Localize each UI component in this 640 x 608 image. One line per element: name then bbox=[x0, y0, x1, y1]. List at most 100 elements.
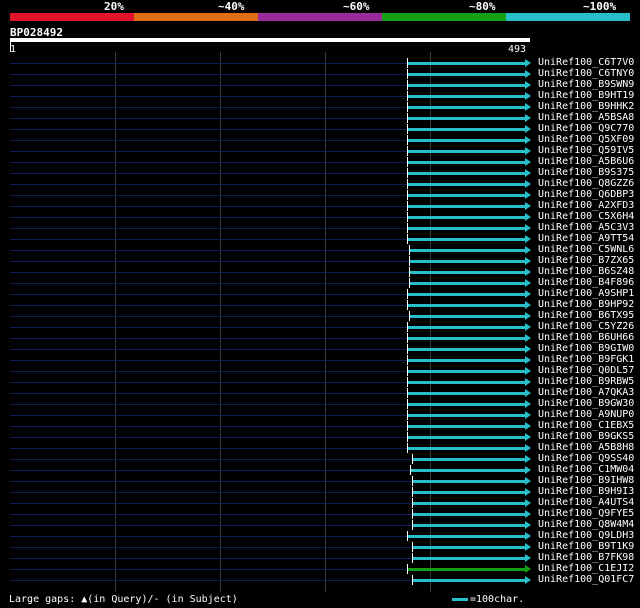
hit-label[interactable]: UniRef100_Q0DL57 bbox=[538, 365, 634, 376]
hit-label[interactable]: UniRef100_Q9C770 bbox=[538, 123, 634, 134]
hit-bar[interactable] bbox=[407, 194, 525, 197]
hit-bar[interactable] bbox=[407, 403, 525, 406]
hit-label[interactable]: UniRef100_A9TT54 bbox=[538, 233, 634, 244]
hit-bar[interactable] bbox=[407, 205, 525, 208]
hit-label[interactable]: UniRef100_A5C3V3 bbox=[538, 222, 634, 233]
hit-label[interactable]: UniRef100_B9HHK2 bbox=[538, 101, 634, 112]
hit-bar[interactable] bbox=[411, 469, 525, 472]
hit-label[interactable]: UniRef100_Q8GZZ6 bbox=[538, 178, 634, 189]
hit-bar[interactable] bbox=[407, 161, 525, 164]
hit-bar[interactable] bbox=[407, 392, 525, 395]
hit-bar[interactable] bbox=[407, 95, 525, 98]
hit-bar[interactable] bbox=[413, 579, 525, 582]
hit-label[interactable]: UniRef100_B9GIW0 bbox=[538, 343, 634, 354]
hit-arrow-icon bbox=[525, 158, 531, 166]
hit-bar[interactable] bbox=[407, 414, 525, 417]
hit-bar[interactable] bbox=[407, 348, 525, 351]
hit-bar[interactable] bbox=[413, 524, 525, 527]
hit-label[interactable]: UniRef100_A7QKA3 bbox=[538, 387, 634, 398]
hit-bar[interactable] bbox=[413, 557, 525, 560]
hit-bar[interactable] bbox=[410, 315, 525, 318]
hit-label[interactable]: UniRef100_B9GKS5 bbox=[538, 431, 634, 442]
hit-bar[interactable] bbox=[407, 337, 525, 340]
hit-bar[interactable] bbox=[410, 282, 525, 285]
hit-bar[interactable] bbox=[407, 73, 525, 76]
hit-bar[interactable] bbox=[407, 62, 525, 65]
hit-label[interactable]: UniRef100_A5B8H8 bbox=[538, 442, 634, 453]
hit-bar[interactable] bbox=[407, 106, 525, 109]
hit-bar[interactable] bbox=[407, 381, 525, 384]
hit-bar[interactable] bbox=[410, 271, 525, 274]
hit-label[interactable]: UniRef100_B9HT19 bbox=[538, 90, 634, 101]
hit-label[interactable]: UniRef100_B4F896 bbox=[538, 277, 634, 288]
hit-label[interactable]: UniRef100_Q9FYE5 bbox=[538, 508, 634, 519]
hit-bar[interactable] bbox=[413, 546, 525, 549]
hit-bar[interactable] bbox=[407, 447, 525, 450]
hit-label[interactable]: UniRef100_C6TNY0 bbox=[538, 68, 634, 79]
hit-label[interactable]: UniRef100_Q59IV5 bbox=[538, 145, 634, 156]
hit-label[interactable]: UniRef100_C6T7V0 bbox=[538, 57, 634, 68]
hit-label[interactable]: UniRef100_B6UH66 bbox=[538, 332, 634, 343]
hit-label[interactable]: UniRef100_B9T1K9 bbox=[538, 541, 634, 552]
hit-bar[interactable] bbox=[413, 502, 525, 505]
hit-bar[interactable] bbox=[407, 304, 525, 307]
hit-bar[interactable] bbox=[413, 513, 525, 516]
hit-label[interactable]: UniRef100_A9SHP1 bbox=[538, 288, 634, 299]
hit-bar[interactable] bbox=[407, 238, 525, 241]
hit-label[interactable]: UniRef100_Q8W4M4 bbox=[538, 519, 634, 530]
hit-label[interactable]: UniRef100_B9FGK1 bbox=[538, 354, 634, 365]
hit-bar[interactable] bbox=[410, 249, 525, 252]
hit-label[interactable]: UniRef100_B6SZ48 bbox=[538, 266, 634, 277]
hit-label[interactable]: UniRef100_C5X6H4 bbox=[538, 211, 634, 222]
hit-bar[interactable] bbox=[407, 293, 525, 296]
hit-label[interactable]: UniRef100_A9NUP0 bbox=[538, 409, 634, 420]
hit-label[interactable]: UniRef100_C1EJI2 bbox=[538, 563, 634, 574]
hit-bar[interactable] bbox=[407, 359, 525, 362]
hit-bar[interactable] bbox=[407, 370, 525, 373]
hit-label[interactable]: UniRef100_B9GW30 bbox=[538, 398, 634, 409]
hit-label[interactable]: UniRef100_B7FK98 bbox=[538, 552, 634, 563]
hit-label[interactable]: UniRef100_Q9LDH3 bbox=[538, 530, 634, 541]
hit-label[interactable]: UniRef100_A5B6U6 bbox=[538, 156, 634, 167]
hit-label[interactable]: UniRef100_B7ZX65 bbox=[538, 255, 634, 266]
hit-label[interactable]: UniRef100_A2XFD3 bbox=[538, 200, 634, 211]
hit-label[interactable]: UniRef100_Q9SS40 bbox=[538, 453, 634, 464]
hit-bar[interactable] bbox=[407, 535, 525, 538]
hit-bar[interactable] bbox=[413, 458, 525, 461]
hit-label[interactable]: UniRef100_C1MW04 bbox=[538, 464, 634, 475]
hit-bar[interactable] bbox=[407, 326, 525, 329]
hit-label[interactable]: UniRef100_B6TX95 bbox=[538, 310, 634, 321]
unaligned-region bbox=[10, 63, 407, 64]
hit-label[interactable]: UniRef100_Q5XF09 bbox=[538, 134, 634, 145]
hit-label[interactable]: UniRef100_B9RBW5 bbox=[538, 376, 634, 387]
hit-bar[interactable] bbox=[407, 172, 525, 175]
hit-bar[interactable] bbox=[407, 117, 525, 120]
hit-bar[interactable] bbox=[407, 568, 525, 571]
hit-bar[interactable] bbox=[407, 150, 525, 153]
hit-bar[interactable] bbox=[407, 84, 525, 87]
hit-bar[interactable] bbox=[407, 216, 525, 219]
hit-label[interactable]: UniRef100_C1EBX5 bbox=[538, 420, 634, 431]
hit-bar[interactable] bbox=[413, 491, 525, 494]
hit-label[interactable]: UniRef100_B9HP92 bbox=[538, 299, 634, 310]
hit-label[interactable]: UniRef100_B9S375 bbox=[538, 167, 634, 178]
hit-bar[interactable] bbox=[407, 183, 525, 186]
hit-bar[interactable] bbox=[407, 128, 525, 131]
hit-bar[interactable] bbox=[407, 139, 525, 142]
hit-label[interactable]: UniRef100_Q01FC7 bbox=[538, 574, 634, 585]
hit-bar[interactable] bbox=[410, 260, 525, 263]
hit-label[interactable]: UniRef100_A5BSA8 bbox=[538, 112, 634, 123]
hit-label[interactable]: UniRef100_Q6DBP3 bbox=[538, 189, 634, 200]
hit-bar[interactable] bbox=[407, 425, 525, 428]
hit-label[interactable]: UniRef100_B9SWN9 bbox=[538, 79, 634, 90]
hit-bar[interactable] bbox=[407, 227, 525, 230]
hit-label[interactable]: UniRef100_C5YZ26 bbox=[538, 321, 634, 332]
hit-label[interactable]: UniRef100_C5WNL6 bbox=[538, 244, 634, 255]
unaligned-region bbox=[10, 371, 407, 372]
hit-label[interactable]: UniRef100_B9H9I3 bbox=[538, 486, 634, 497]
hit-bar[interactable] bbox=[413, 480, 525, 483]
hit-bar[interactable] bbox=[407, 436, 525, 439]
hit-label[interactable]: UniRef100_B9IHW8 bbox=[538, 475, 634, 486]
hit-label[interactable]: UniRef100_A4UTS4 bbox=[538, 497, 634, 508]
hit-row[interactable]: UniRef100_Q01FC7 bbox=[0, 574, 640, 586]
